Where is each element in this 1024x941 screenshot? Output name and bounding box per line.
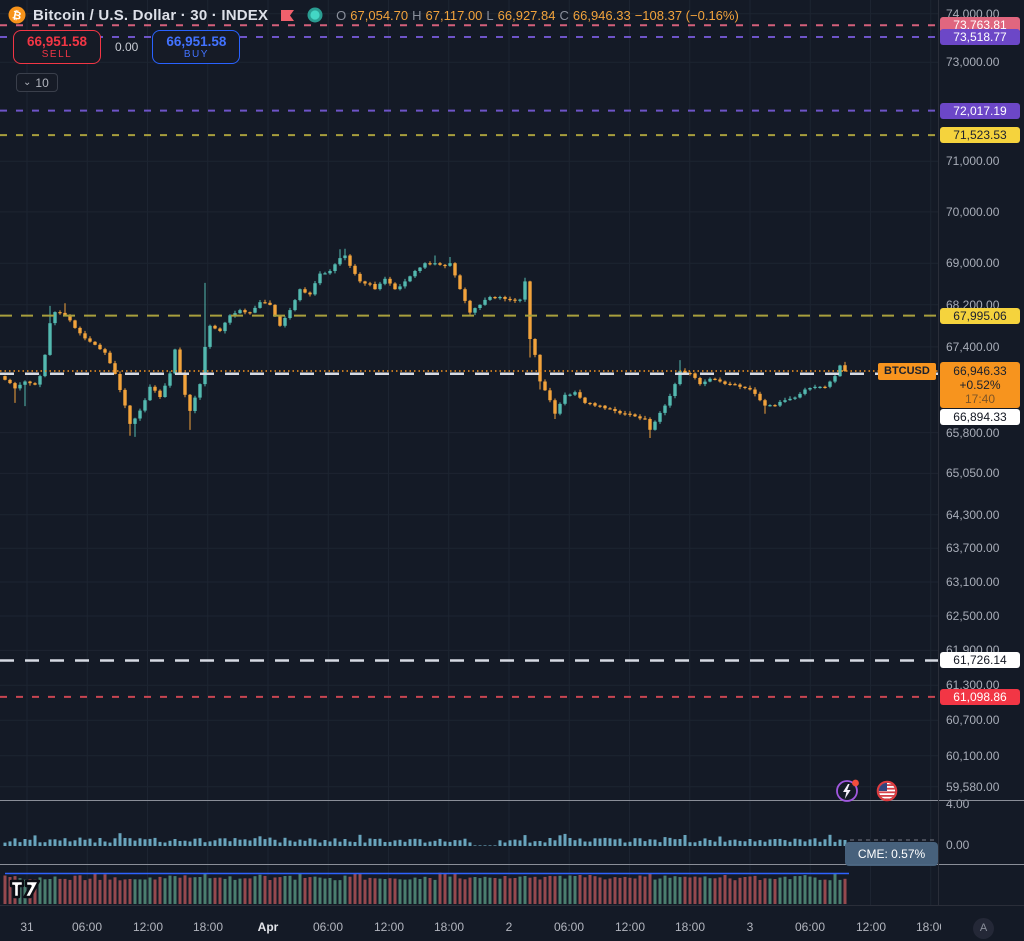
time-axis-label: Apr <box>258 920 279 934</box>
price-level-badge[interactable]: 71,523.53 <box>940 127 1020 143</box>
price-axis-label: 69,000.00 <box>946 256 999 270</box>
price-level-badge[interactable]: 67,995.06 <box>940 308 1020 324</box>
price-level-badge[interactable]: 61,726.14 <box>940 652 1020 668</box>
bitcoin-icon: ₿ <box>8 6 26 24</box>
time-axis-label: 12:00 <box>374 920 404 934</box>
time-axis-label: 18:00 <box>916 920 941 934</box>
current-price-value: 66,946.33 <box>940 364 1020 378</box>
lightning-icon[interactable] <box>832 775 862 805</box>
current-price-change: +0.52% <box>940 378 1020 392</box>
price-axis-label: 63,700.00 <box>946 541 999 555</box>
ohlc-high: 67,117.00 <box>426 8 483 23</box>
price-axis-label: 64,300.00 <box>946 508 999 522</box>
price-axis-label: 60,100.00 <box>946 749 999 763</box>
sell-label: SELL <box>42 49 72 61</box>
interval-dropdown[interactable]: ⌄ 10 <box>16 73 58 92</box>
price-axis-border <box>938 0 939 905</box>
spread-value: 0.00 <box>109 40 144 54</box>
price-axis-label: 59,580.00 <box>946 780 999 794</box>
ohlc-open: 67,054.70 <box>350 8 408 23</box>
time-axis-label: 12:00 <box>856 920 886 934</box>
price-level-badge[interactable]: 73,518.77 <box>940 29 1020 45</box>
price-axis-label: 70,000.00 <box>946 205 999 219</box>
sell-button[interactable]: 66,951.58 SELL <box>13 30 101 64</box>
price-level-badge[interactable]: 72,017.19 <box>940 103 1020 119</box>
buy-label: BUY <box>184 49 209 61</box>
us-flag-icon[interactable] <box>872 775 902 805</box>
price-axis-label: 73,000.00 <box>946 55 999 69</box>
time-axis-label: 18:00 <box>193 920 223 934</box>
time-axis-label: 12:00 <box>615 920 645 934</box>
time-axis[interactable]: 31 06:00 12:00 18:00 Apr 06:00 12:00 18:00 2 06:0… <box>0 905 941 941</box>
ohlc-letter-h: H <box>412 8 421 23</box>
bar-countdown: 17:40 <box>940 392 1020 406</box>
time-axis-label: 06:00 <box>72 920 102 934</box>
flag-icon[interactable] <box>281 9 296 22</box>
time-axis-label: 06:00 <box>554 920 584 934</box>
price-axis-label: 67,400.00 <box>946 340 999 354</box>
market-status-icon[interactable] <box>307 7 323 23</box>
chart-legend: ₿ Bitcoin / U.S. Dollar · 30 · INDEX O 6… <box>8 6 739 24</box>
price-axis-label: 60,700.00 <box>946 713 999 727</box>
symbol-price-tag: BTCUSD <box>878 363 936 380</box>
time-axis-label: 18:00 <box>434 920 464 934</box>
current-price-badge: 66,946.33 +0.52% 17:40 <box>940 362 1020 408</box>
ohlc-letter-c: C <box>559 8 568 23</box>
ohlc-letter-l: L <box>486 8 493 23</box>
time-axis-label: 06:00 <box>313 920 343 934</box>
pane-corner-icons <box>832 775 902 805</box>
price-level-badge[interactable]: 66,894.33 <box>940 409 1020 425</box>
ohlc-close: 66,946.33 <box>573 8 631 23</box>
ohlc-letter-o: O <box>336 8 346 23</box>
tradingview-logo <box>8 874 44 902</box>
indicator-axis-label: 0.00 <box>946 838 969 852</box>
time-axis-label: 06:00 <box>795 920 825 934</box>
time-axis-label: 12:00 <box>133 920 163 934</box>
auto-fit-button[interactable]: A <box>973 918 994 939</box>
trade-panel: 66,951.58 SELL 0.00 66,951.58 BUY <box>13 30 240 64</box>
sell-price: 66,951.58 <box>27 34 87 49</box>
price-axis-label: 65,050.00 <box>946 466 999 480</box>
price-axis-label: 62,500.00 <box>946 609 999 623</box>
price-axis-label: 65,800.00 <box>946 426 999 440</box>
buy-button[interactable]: 66,951.58 BUY <box>152 30 240 64</box>
indicator-value-badge: CME: 0.57% <box>845 842 938 866</box>
ohlc-low: 66,927.84 <box>498 8 556 23</box>
symbol-title[interactable]: Bitcoin / U.S. Dollar · 30 · INDEX <box>33 7 268 24</box>
time-axis-label: 18:00 <box>675 920 705 934</box>
chevron-down-icon: ⌄ <box>23 78 31 88</box>
price-axis-label: 71,000.00 <box>946 154 999 168</box>
price-axis-label: 63,100.00 <box>946 575 999 589</box>
time-axis-label: 3 <box>747 920 754 934</box>
time-axis-label: 31 <box>20 920 33 934</box>
interval-value: 10 <box>35 76 48 90</box>
tradingview-chart-window: ₿ Bitcoin / U.S. Dollar · 30 · INDEX O 6… <box>0 0 1024 941</box>
buy-price: 66,951.58 <box>166 34 226 49</box>
time-axis-border <box>0 905 1024 906</box>
ohlc-values: O 67,054.70 H 67,117.00 L 66,927.84 C 66… <box>336 8 739 23</box>
price-level-badge[interactable]: 61,098.86 <box>940 689 1020 705</box>
time-axis-label: 2 <box>506 920 513 934</box>
ohlc-change: −108.37 (−0.16%) <box>635 8 739 23</box>
